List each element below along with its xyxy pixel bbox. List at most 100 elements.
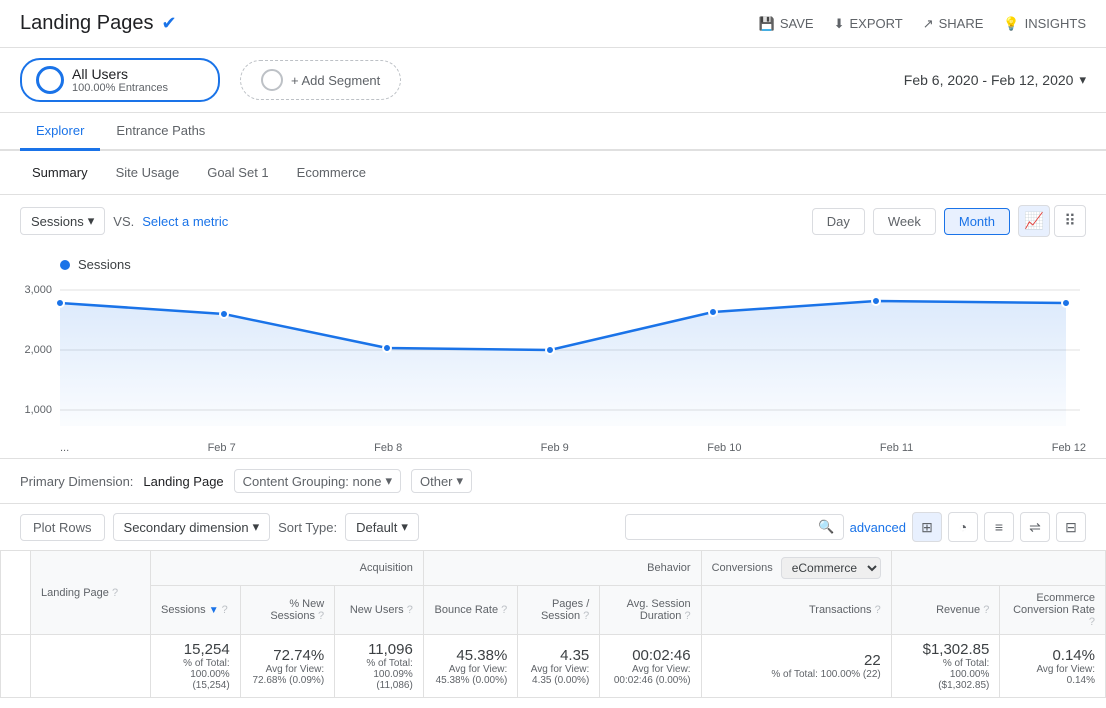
advanced-link[interactable]: advanced [850,520,906,535]
ecomm-rate-help-icon[interactable]: ? [1089,616,1095,628]
table-grid-view-button[interactable]: ⊞ [912,512,942,542]
conversions-label: Conversions [712,562,773,574]
x-label-0: ... [60,442,69,454]
tab-explorer[interactable]: Explorer [20,113,100,151]
totals-avg-session: 00:02:46 Avg for View: 00:02:46 (0.00%) [600,635,701,698]
sessions-col-header: Sessions ▼ ? [151,586,241,635]
metric-select[interactable]: Sessions ▾ [20,207,105,235]
save-icon: 💾 [759,16,775,32]
verified-icon: ✔ [161,13,176,34]
other-label: Other [420,474,453,489]
save-label: SAVE [780,16,814,31]
table-bar-view-button[interactable]: ≡ [984,512,1014,542]
search-icon[interactable]: 🔍 [818,519,834,535]
ecommerce-select[interactable]: eCommerce [781,557,881,579]
metric-select-chevron: ▾ [88,213,95,229]
compare-icon: ⇌ [1029,519,1041,536]
pct-new-help-icon[interactable]: ? [318,610,324,622]
sort-value: Default [356,520,397,535]
dimension-value[interactable]: Landing Page [143,474,223,489]
sort-type-select[interactable]: Default ▾ [345,513,419,541]
add-segment-button[interactable]: + Add Segment [240,60,401,100]
period-month-button[interactable]: Month [944,208,1010,235]
sessions-help-icon[interactable]: ? [222,604,228,616]
vs-text: VS. [113,214,134,229]
scatter-chart-button[interactable]: ⠿ [1054,205,1086,237]
other-select[interactable]: Other ▾ [411,469,472,493]
share-button[interactable]: ↗ SHARE [923,16,984,32]
data-point-1 [220,310,228,318]
sub-tab-summary[interactable]: Summary [20,161,100,184]
totals-sessions: 15,254 % of Total: 100.00% (15,254) [151,635,241,698]
line-chart-button[interactable]: 📈 [1018,205,1050,237]
period-day-button[interactable]: Day [812,208,865,235]
bounce-rate-col-header: Bounce Rate ? [423,586,517,635]
segment-sub: 100.00% Entrances [72,82,168,94]
transactions-help-icon[interactable]: ? [875,604,881,616]
segment-name: All Users [72,66,168,82]
search-box: 🔍 [625,514,843,540]
insights-icon: 💡 [1003,16,1019,32]
legend-label: Sessions [78,257,131,272]
dimension-label: Primary Dimension: [20,474,133,489]
date-range-text: Feb 6, 2020 - Feb 12, 2020 [904,72,1074,88]
x-label-2: Feb 8 [374,442,402,454]
all-users-segment[interactable]: All Users 100.00% Entrances [20,58,220,102]
content-grouping-select[interactable]: Content Grouping: none ▾ [234,469,401,493]
export-button[interactable]: ⬇ EXPORT [834,16,903,32]
insights-button[interactable]: 💡 INSIGHTS [1003,16,1086,32]
table-pie-view-button[interactable]: ◔ [948,512,978,542]
totals-label-cell [31,635,151,698]
sessions-sort-icon[interactable]: ▼ [209,605,219,616]
revenue-help-icon[interactable]: ? [983,604,989,616]
bounce-rate-help-icon[interactable]: ? [501,604,507,616]
chart-controls: Sessions ▾ VS. Select a metric Day Week … [0,195,1106,247]
sub-tab-ecommerce[interactable]: Ecommerce [285,161,378,184]
sort-type-label: Sort Type: [278,520,337,535]
sub-tabs: Summary Site Usage Goal Set 1 Ecommerce [0,151,1106,195]
chart-area: 3,000 2,000 1,000 [20,278,1086,438]
metric-select-label: Sessions [31,214,84,229]
secondary-dimension-select[interactable]: Secondary dimension ▾ [113,513,271,541]
date-range-picker[interactable]: Feb 6, 2020 - Feb 12, 2020 ▾ [904,72,1086,88]
sub-tab-goal-set-1[interactable]: Goal Set 1 [195,161,280,184]
select-metric-link[interactable]: Select a metric [142,214,228,229]
data-point-6 [1062,299,1070,307]
revenue-col-header: Revenue ? [891,586,1000,635]
content-grouping-label: Content Grouping: none [243,474,382,489]
secondary-dim-label: Secondary dimension [124,520,249,535]
x-label-5: Feb 11 [880,442,913,454]
avg-session-help-icon[interactable]: ? [684,610,690,622]
totals-pages-session: 4.35 Avg for View: 4.35 (0.00%) [518,635,600,698]
secondary-dim-chevron: ▾ [253,519,260,535]
bar-icon: ≡ [995,519,1003,535]
new-users-help-icon[interactable]: ? [407,604,413,616]
avg-session-col-header: Avg. Session Duration ? [600,586,701,635]
totals-transactions: 22 % of Total: 100.00% (22) [701,635,891,698]
totals-checkbox [1,635,31,698]
search-input[interactable] [634,520,814,535]
x-label-6: Feb 12 [1052,442,1086,454]
period-week-button[interactable]: Week [873,208,936,235]
chart-controls-right: Day Week Month 📈 ⠿ [812,205,1086,237]
chart-area-fill [60,301,1066,426]
table-compare-view-button[interactable]: ⇌ [1020,512,1050,542]
dimension-bar: Primary Dimension: Landing Page Content … [0,458,1106,503]
chart-svg: 3,000 2,000 1,000 [20,278,1086,438]
table-pivot-view-button[interactable]: ⊟ [1056,512,1086,542]
data-point-2 [383,344,391,352]
tab-entrance-paths[interactable]: Entrance Paths [100,113,221,151]
pages-session-help-icon[interactable]: ? [583,610,589,622]
export-label: EXPORT [849,16,902,31]
sub-tab-site-usage[interactable]: Site Usage [104,161,192,184]
svg-text:2,000: 2,000 [24,344,52,356]
ecommerce-group-header [891,551,1105,586]
svg-text:1,000: 1,000 [24,404,52,416]
totals-ecomm-rate: 0.14% Avg for View: 0.14% [1000,635,1106,698]
plot-rows-button[interactable]: Plot Rows [20,514,105,541]
landing-page-help-icon[interactable]: ? [112,587,118,599]
top-bar-right: 💾 SAVE ⬇ EXPORT ↗ SHARE 💡 INSIGHTS [759,16,1086,32]
conversions-group-header: Conversions eCommerce [701,551,891,586]
chart-controls-left: Sessions ▾ VS. Select a metric [20,207,228,235]
save-button[interactable]: 💾 SAVE [759,16,814,32]
